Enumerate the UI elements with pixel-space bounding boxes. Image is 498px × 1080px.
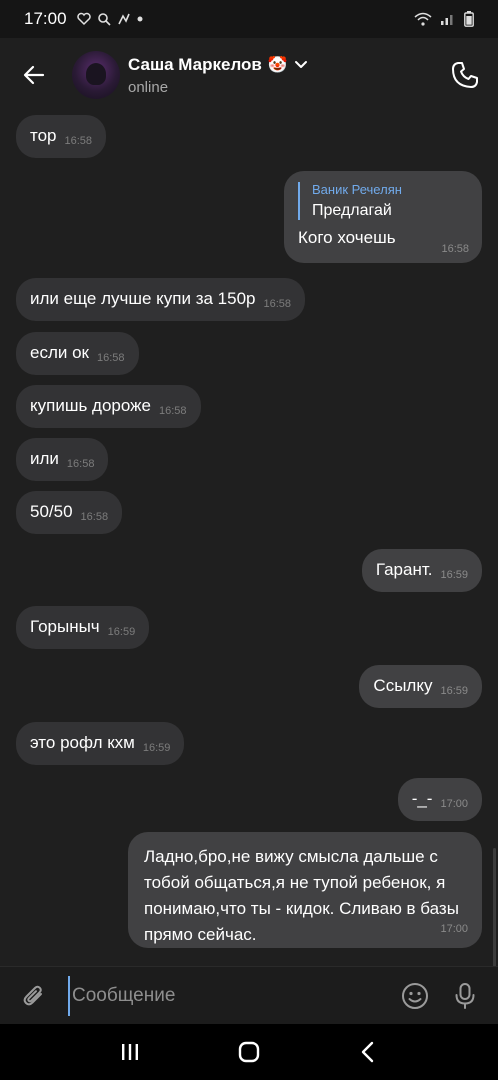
message-time: 16:58 <box>97 352 125 364</box>
status-time: 17:00 <box>24 9 67 28</box>
wifi-icon <box>414 12 432 26</box>
message-incoming[interactable]: 50/50 16:58 <box>16 491 123 534</box>
message-outgoing-reply[interactable]: Ваник Речелян Предлагай Кого хочешь 16:5… <box>284 171 482 263</box>
mic-icon <box>455 982 475 1009</box>
message-time: 16:58 <box>64 135 93 147</box>
back-arrow-icon <box>23 65 45 85</box>
message-incoming[interactable]: купишь дороже 16:58 <box>16 385 201 428</box>
chat-title[interactable]: Саша Маркелов 🤡 online <box>128 55 308 96</box>
status-bar: 17:00 <box>0 0 498 38</box>
message-outgoing[interactable]: Гарант. 16:59 <box>361 549 482 592</box>
app-notification-icon <box>117 13 130 25</box>
message-text: -_- <box>411 789 433 808</box>
clown-emoji: 🤡 <box>267 56 288 74</box>
home-button[interactable] <box>229 1032 269 1072</box>
home-icon <box>238 1041 260 1063</box>
message-time: 16:58 <box>263 298 292 310</box>
system-navigation-bar <box>0 1024 498 1080</box>
message-text: Ладно,бро,не вижу смысла дальше с тобой … <box>144 847 459 944</box>
message-text: Гарант. <box>375 560 433 579</box>
message-time: 16:59 <box>107 626 136 638</box>
message-incoming[interactable]: или 16:58 <box>16 438 109 481</box>
message-time: 16:59 <box>440 569 468 581</box>
heart-notification-icon <box>76 12 91 26</box>
contact-status: online <box>128 78 169 96</box>
message-text: если ок <box>30 343 89 362</box>
message-text: Ссылку <box>373 676 433 695</box>
avatar[interactable] <box>72 51 120 99</box>
system-back-button[interactable] <box>348 1032 388 1072</box>
message-text: Горыныч <box>30 617 100 636</box>
message-incoming[interactable]: если ок 16:58 <box>16 332 139 375</box>
status-icons-left <box>76 12 143 26</box>
voice-message-button[interactable] <box>440 967 490 1025</box>
recent-apps-icon <box>121 1044 138 1060</box>
search-notification-icon <box>97 13 111 26</box>
message-input[interactable] <box>68 975 390 1016</box>
message-outgoing[interactable]: Ладно,бро,не вижу смысла дальше с тобой … <box>128 832 482 948</box>
chevron-down-icon[interactable] <box>294 60 308 70</box>
message-time: 16:58 <box>66 458 95 470</box>
attach-button[interactable] <box>0 967 68 1025</box>
recent-apps-button[interactable] <box>110 1032 150 1072</box>
message-incoming[interactable]: это рофл кхм 16:59 <box>16 722 185 765</box>
dot-notification-icon <box>137 16 143 22</box>
quoted-text: Предлагай <box>312 202 392 219</box>
message-outgoing[interactable]: -_- 17:00 <box>397 778 482 821</box>
message-time: 16:58 <box>80 511 109 523</box>
message-time: 16:59 <box>440 685 468 697</box>
message-time: 17:00 <box>440 798 468 810</box>
attach-icon <box>23 985 42 1005</box>
message-incoming[interactable]: Горыныч 16:59 <box>16 606 150 649</box>
message-list[interactable]: тор 16:58 Ваник Речелян Предлагай Кого хо… <box>0 112 498 968</box>
sticker-button[interactable] <box>390 967 440 1025</box>
chat-header: Саша Маркелов 🤡 online <box>0 38 498 112</box>
message-outgoing[interactable]: Ссылку 16:59 <box>359 665 482 708</box>
message-incoming[interactable]: тор 16:58 <box>16 115 107 158</box>
message-text: это рофл кхм <box>30 733 135 752</box>
message-time: 17:00 <box>440 923 468 935</box>
quoted-author: Ваник Речелян <box>312 182 402 197</box>
message-time: 16:58 <box>158 405 187 417</box>
signal-icon <box>441 15 453 25</box>
status-icons-right <box>414 11 474 27</box>
message-time: 16:59 <box>142 742 171 754</box>
contact-name: Саша Маркелов <box>128 54 262 74</box>
message-incoming[interactable]: или еще лучше купи за 150р 16:58 <box>16 278 306 321</box>
back-button[interactable] <box>0 38 68 112</box>
message-text: тор <box>30 126 57 145</box>
message-composer <box>0 966 498 1024</box>
quoted-message[interactable]: Ваник Речелян Предлагай <box>298 182 468 220</box>
battery-icon <box>464 11 474 27</box>
scrollbar[interactable] <box>493 848 496 968</box>
back-icon <box>362 1041 374 1063</box>
sticker-icon <box>402 982 428 1009</box>
message-text: купишь дороже <box>30 396 151 415</box>
message-text: или <box>30 449 59 468</box>
message-text: или еще лучше купи за 150р <box>30 289 256 308</box>
message-time: 16:58 <box>441 243 469 255</box>
phone-icon[interactable] <box>450 60 480 90</box>
message-text: 50/50 <box>30 502 73 521</box>
